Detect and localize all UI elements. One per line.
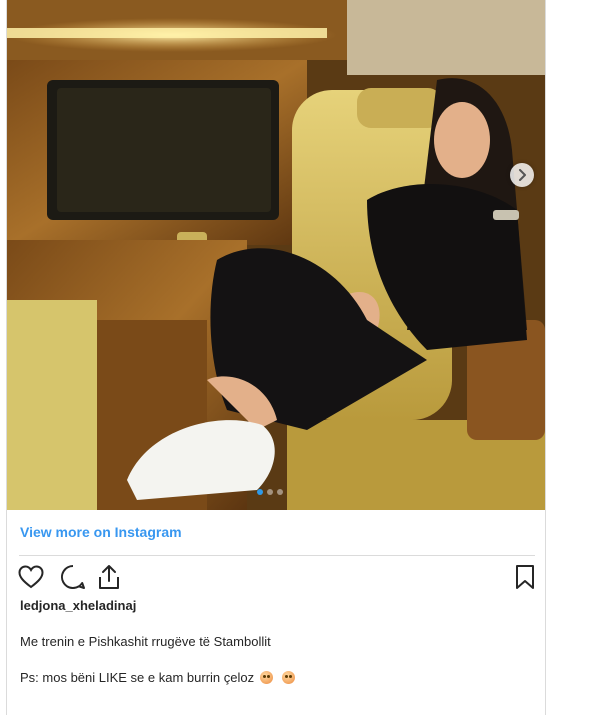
- like-button[interactable]: [17, 563, 45, 591]
- post-photo[interactable]: [7, 0, 545, 510]
- flushed-face-emoji: [282, 671, 296, 684]
- carousel-dot-active: [257, 489, 263, 495]
- flushed-face-emoji: [259, 671, 273, 684]
- caption-text: Ps: mos bëni LIKE se e kam burrin çeloz: [20, 670, 255, 685]
- view-more-link[interactable]: View more on Instagram: [20, 524, 182, 540]
- comment-icon: [61, 565, 85, 589]
- van-interior-photo: [7, 0, 545, 510]
- share-button[interactable]: [95, 563, 123, 591]
- carousel-dot: [267, 489, 273, 495]
- instagram-embed-card: View more on Instagram ledjona_xheladina…: [6, 0, 546, 715]
- caption-line: Me trenin e Pishkashit rrugëve të Stambo…: [20, 634, 271, 649]
- next-slide-button[interactable]: [510, 163, 534, 187]
- comment-button[interactable]: [59, 563, 87, 591]
- carousel-indicator: [257, 489, 283, 495]
- bookmark-icon: [516, 565, 534, 589]
- divider: [19, 555, 535, 556]
- share-icon: [99, 565, 119, 589]
- save-button[interactable]: [511, 563, 539, 591]
- heart-icon: [18, 565, 44, 589]
- carousel-dot: [277, 489, 283, 495]
- chevron-right-icon: [519, 169, 526, 181]
- caption-line: Ps: mos bëni LIKE se e kam burrin çeloz: [20, 670, 296, 685]
- post-username[interactable]: ledjona_xheladinaj: [20, 598, 136, 613]
- action-bar: [17, 563, 537, 591]
